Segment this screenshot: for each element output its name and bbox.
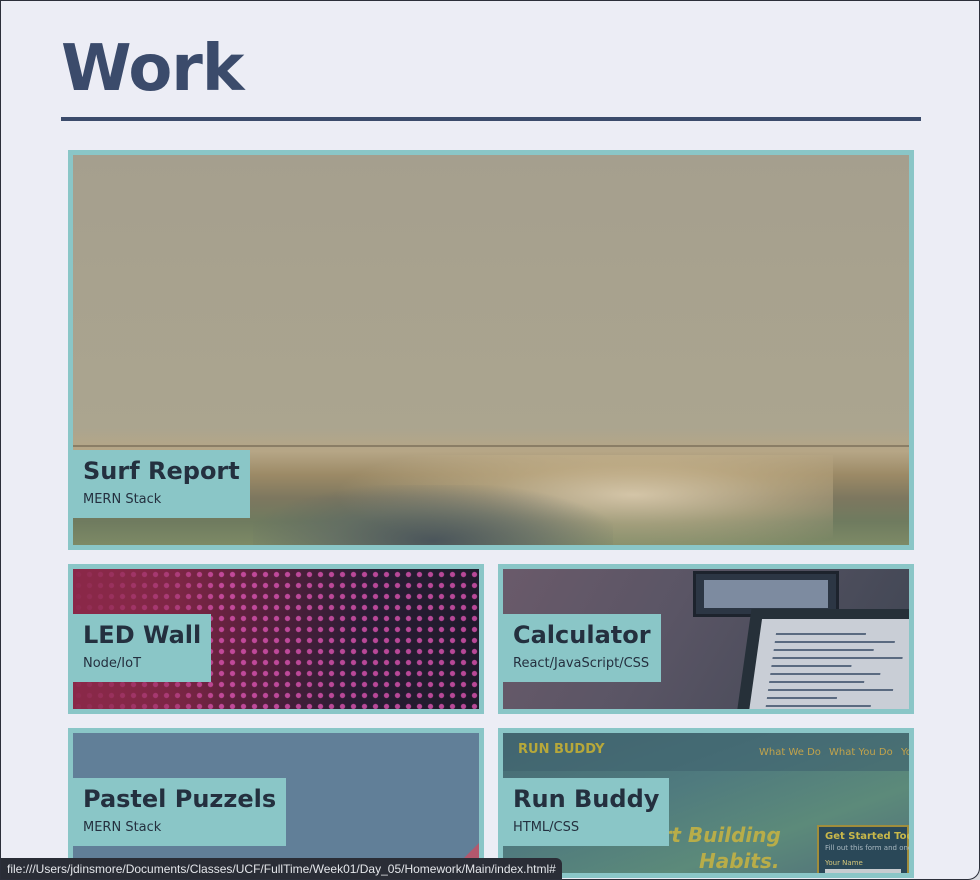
- code-line: [769, 681, 865, 683]
- run-buddy-form-text: Fill out this form and one of: [825, 844, 914, 852]
- code-line: [771, 665, 852, 667]
- project-label: Surf Report MERN Stack: [73, 450, 250, 518]
- project-label: Calculator React/JavaScript/CSS: [503, 614, 661, 682]
- project-label: Pastel Puzzels MERN Stack: [73, 778, 287, 846]
- project-card-surf-report[interactable]: Surf Report MERN Stack: [68, 150, 914, 550]
- wave-crest: [253, 485, 613, 545]
- project-card-calculator[interactable]: Calculator React/JavaScript/CSS: [498, 564, 914, 714]
- title-divider: [61, 117, 921, 121]
- project-tech: Node/IoT: [83, 656, 142, 671]
- laptop-screen: [746, 619, 909, 709]
- code-line: [775, 633, 867, 635]
- link-status-bar: file:///Users/jdinsmore/Documents/Classe…: [1, 858, 562, 879]
- project-tech: HTML/CSS: [513, 820, 580, 835]
- run-buddy-nav-item: Yo: [901, 747, 912, 758]
- code-line: [772, 657, 903, 659]
- horizon-line: [73, 445, 909, 447]
- code-line: [773, 649, 874, 651]
- run-buddy-headline: Habits.: [699, 849, 780, 873]
- browser-window: Work Surf Report MERN Stack LED Wall Nod…: [0, 0, 980, 880]
- project-tech: React/JavaScript/CSS: [513, 656, 650, 671]
- project-title: Pastel Puzzels: [83, 785, 277, 813]
- project-title: Run Buddy: [513, 785, 660, 813]
- project-title: Surf Report: [83, 457, 240, 485]
- code-line: [770, 673, 881, 675]
- project-tech: MERN Stack: [83, 820, 162, 835]
- run-buddy-form: Get Started Today Fill out this form and…: [817, 825, 909, 873]
- run-buddy-form-label: Your Name: [825, 859, 863, 867]
- code-line: [767, 689, 894, 691]
- run-buddy-form-input: [825, 869, 901, 873]
- project-title: LED Wall: [83, 621, 202, 649]
- code-line: [774, 641, 895, 643]
- project-card-led-wall[interactable]: LED Wall Node/IoT: [68, 564, 484, 714]
- project-card-pastel-puzzels[interactable]: Pastel Puzzels MERN Stack: [68, 728, 484, 878]
- project-tech: MERN Stack: [83, 492, 162, 507]
- code-line: [766, 697, 838, 699]
- run-buddy-nav-item: What You Do: [829, 747, 893, 758]
- monitor-screen: [704, 580, 828, 608]
- run-buddy-logo: RUN BUDDY: [518, 742, 605, 757]
- project-card-run-buddy[interactable]: RUN BUDDY What We Do What You Do Yo art …: [498, 728, 914, 878]
- run-buddy-nav-item: What We Do: [759, 747, 821, 758]
- project-label: Run Buddy HTML/CSS: [503, 778, 670, 846]
- page-title: Work: [61, 32, 244, 106]
- run-buddy-form-title: Get Started Today: [825, 831, 914, 842]
- laptop: [734, 609, 909, 709]
- project-label: LED Wall Node/IoT: [73, 614, 212, 682]
- code-line: [765, 705, 871, 707]
- project-title: Calculator: [513, 621, 651, 649]
